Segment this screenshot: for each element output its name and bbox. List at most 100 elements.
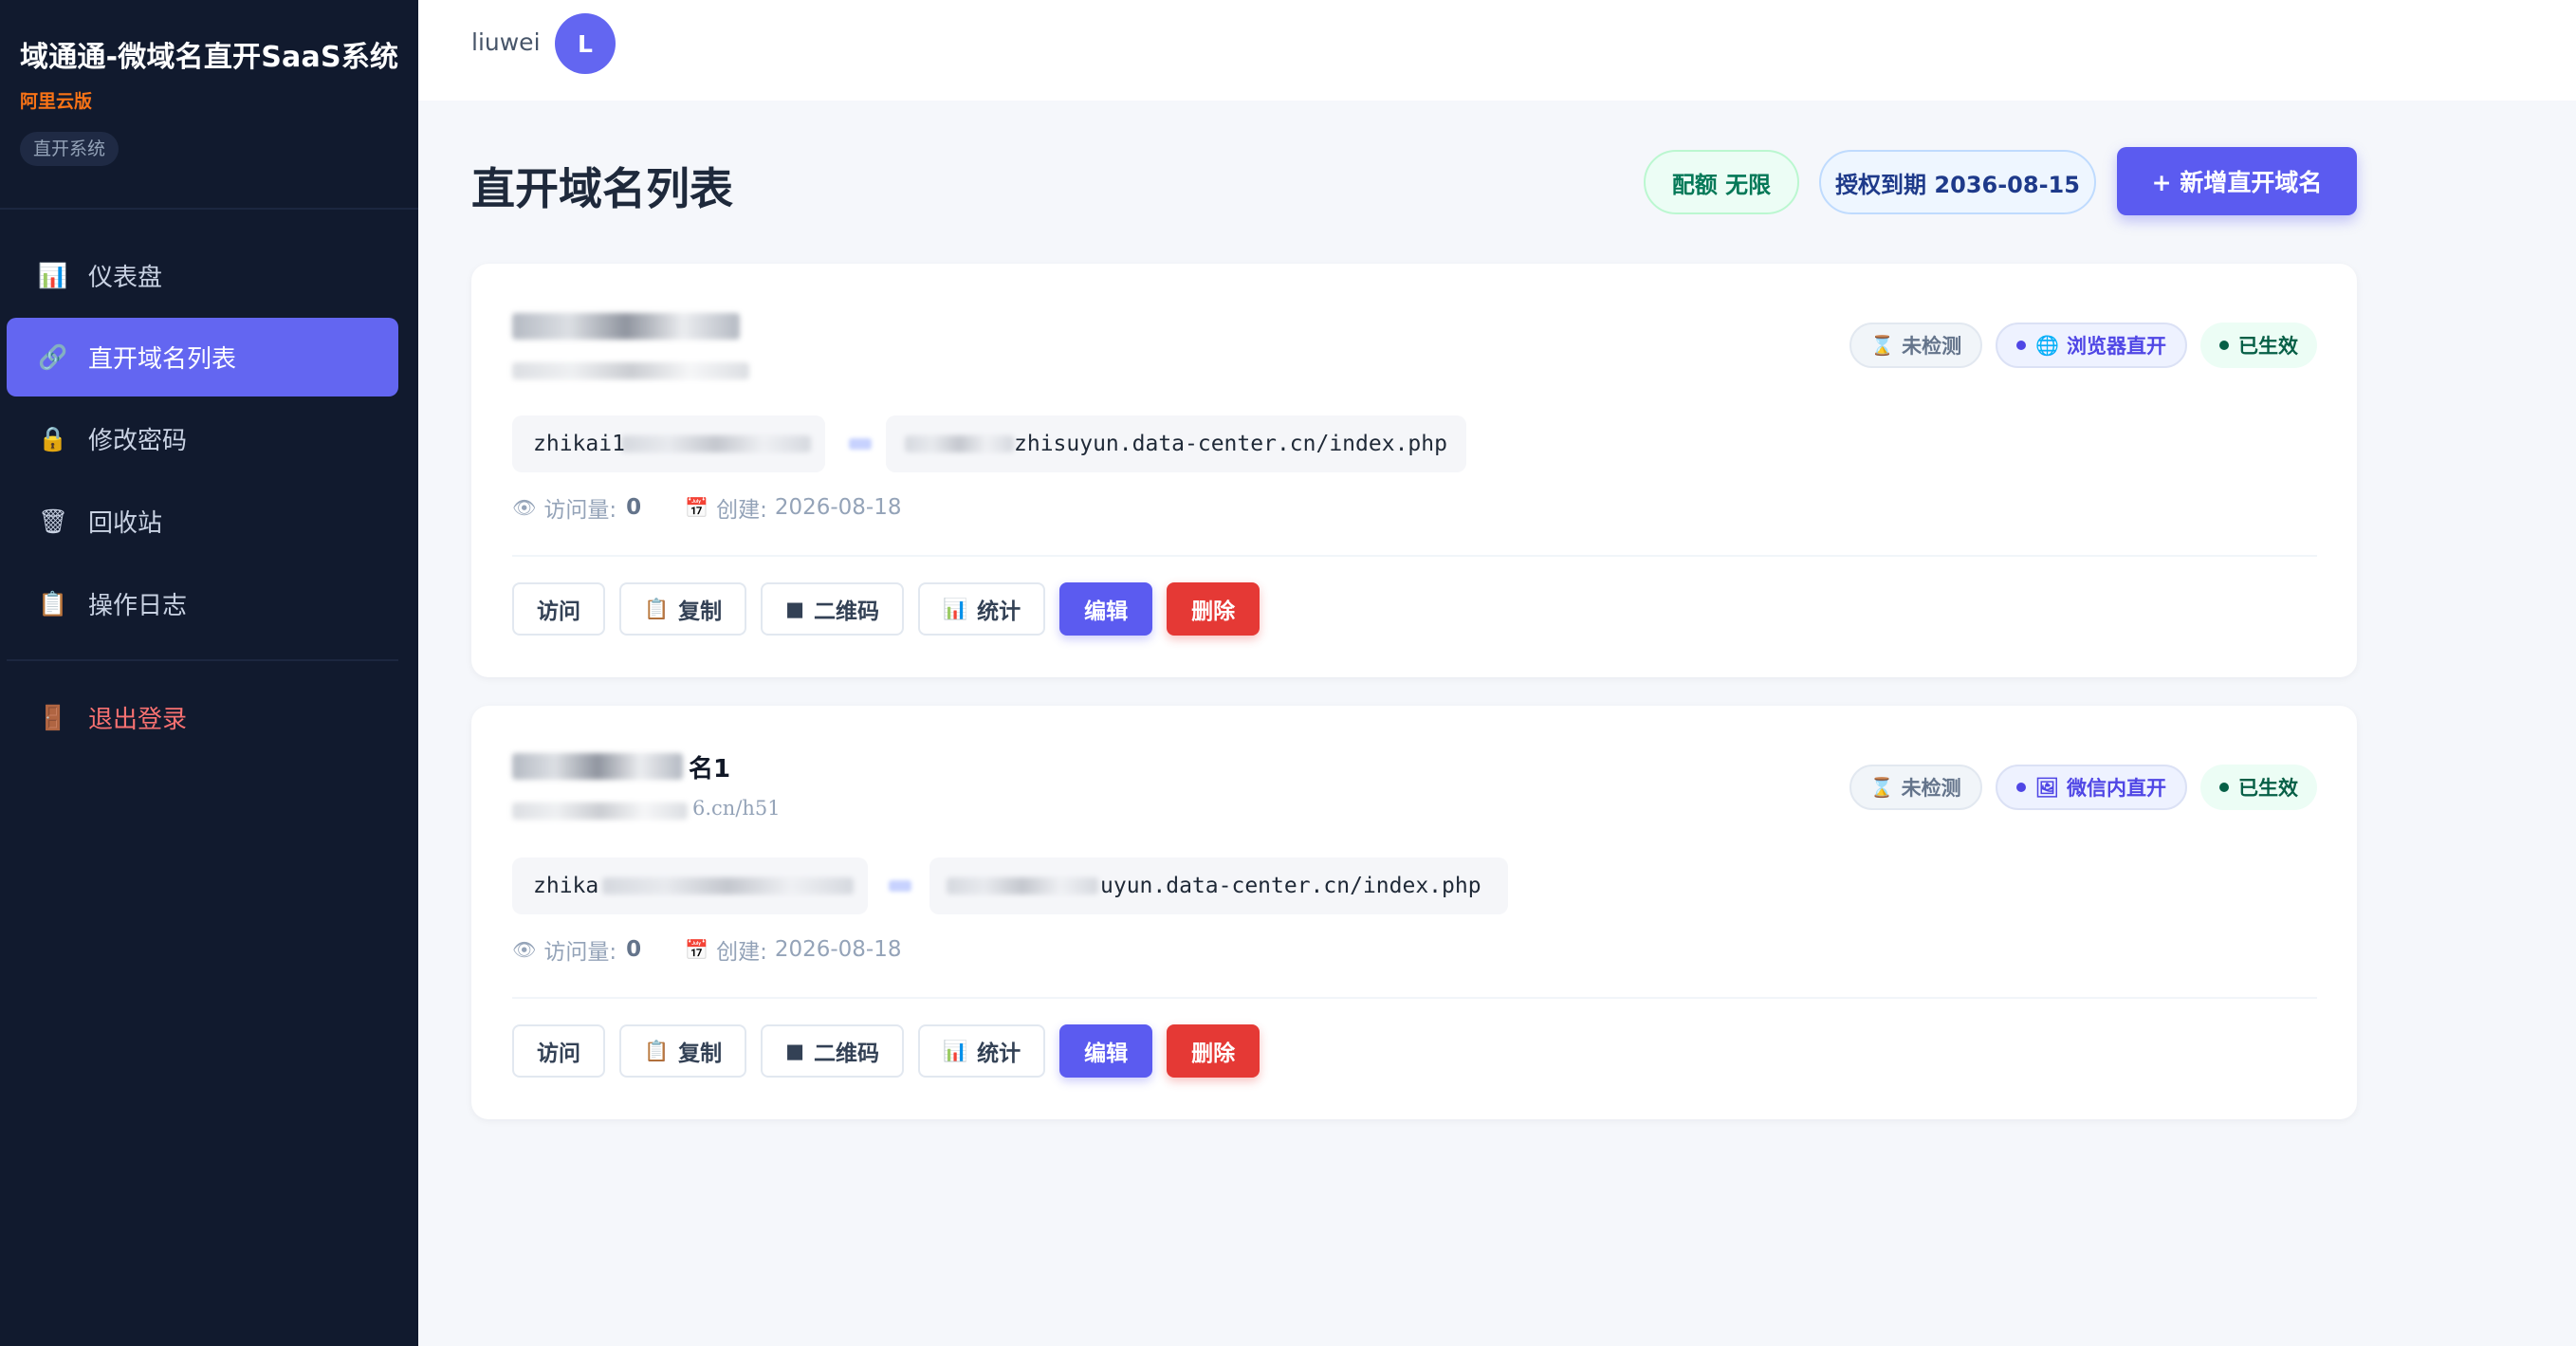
redacted-url [512,802,688,820]
page-title: 直开域名列表 [471,163,733,214]
status-badge: 已生效 [2200,323,2317,368]
open-mode-label: 微信内直开 [2067,777,2166,800]
target-url: uyun.data-center.cn/index.php [929,857,1508,914]
visits-label: 访问量: [543,498,617,523]
arrow-icon [889,880,911,892]
visit-label: 访问 [537,1042,580,1066]
visit-button[interactable]: 访问 [512,582,605,636]
stats-button[interactable]: 📊 统计 [918,1024,1046,1078]
status-dot [2219,783,2229,792]
redacted-url [512,362,749,379]
card-divider [512,997,2317,999]
username[interactable]: liuwei [471,28,541,56]
hourglass-icon: ⌛ [1869,776,1894,799]
domain-name: 名1 [689,755,731,784]
status-badge: 已生效 [2200,765,2317,810]
qrcode-label: 二维码 [814,1042,879,1066]
target-url-text: zhisuyun.data-center.cn/index.php [1014,432,1447,456]
redacted-target [947,877,1098,894]
globe-icon: 🌐 [2035,334,2059,357]
sidebar-item-domain-list[interactable]: 🔗 直开域名列表 [7,318,398,396]
open-mode-label: 浏览器直开 [2067,335,2166,358]
domain-card: 名1 6.cn/h51 ⌛ 未检测 🖼 微信内直开 已生效 zhika uyun… [471,706,2357,1119]
edit-label: 编辑 [1084,1042,1129,1066]
quota-badge: 配额 无限 [1644,150,1799,214]
stats-label: 统计 [977,1042,1021,1066]
arrow-icon [849,438,872,450]
avatar[interactable]: L [555,13,616,74]
qrcode-button[interactable]: ■ 二维码 [761,1024,904,1078]
source-domain-text: zhikai1 [533,432,625,456]
created-date: 2026-08-18 [774,495,902,520]
clipboard-icon: 📋 [644,1039,670,1062]
card-actions: 访问 📋 复制 ■ 二维码 📊 统计 编辑 删除 [512,1024,1260,1078]
link-icon: 🔗 [38,342,68,371]
chart-icon: 📊 [943,1039,968,1062]
copy-label: 复制 [678,1042,723,1066]
created-label: 创建: [716,498,767,523]
edit-button[interactable]: 编辑 [1059,1024,1153,1078]
stats-button[interactable]: 📊 统计 [918,582,1046,636]
sidebar-item-operation-log[interactable]: 📋 操作日志 [7,564,398,643]
detection-badge: ⌛ 未检测 [1849,323,1983,368]
qrcode-icon: ■ [785,1040,804,1062]
card-badges: ⌛ 未检测 🖼 微信内直开 已生效 [1849,765,2317,810]
card-badges: ⌛ 未检测 🌐 浏览器直开 已生效 [1849,323,2317,368]
open-mode-badge: 🌐 浏览器直开 [1996,323,2187,368]
visit-button[interactable]: 访问 [512,1024,605,1078]
sidebar-divider [0,208,418,210]
add-domain-button[interactable]: + 新增直开域名 [2117,147,2357,215]
delete-button[interactable]: 删除 [1167,582,1260,636]
chart-icon: 📊 [38,261,68,289]
calendar-icon: 📅 [685,496,709,519]
created-date: 2026-08-18 [774,937,902,962]
card-meta: 👁 访问量: 0 📅 创建: 2026-08-18 [512,491,901,524]
target-url: zhisuyun.data-center.cn/index.php [886,415,1466,472]
copy-button[interactable]: 📋 复制 [619,582,747,636]
detection-badge-label: 未检测 [1902,335,1962,358]
redacted-target [905,435,1014,452]
mode-dot [2016,341,2027,350]
sidebar-item-recycle-bin[interactable]: 🗑 回收站 [7,482,398,561]
source-domain-text: zhika [533,874,599,898]
status-dot [2219,341,2229,350]
detection-badge-label: 未检测 [1901,777,1961,800]
logout-button[interactable]: 🚪 退出登录 [7,678,398,757]
qrcode-button[interactable]: ■ 二维码 [761,582,904,636]
source-domain: zhika [512,857,868,914]
chart-icon: 📊 [943,597,968,620]
card-actions: 访问 📋 复制 ■ 二维码 📊 统计 编辑 删除 [512,582,1260,636]
topbar: liuwei L [418,0,2576,101]
sidebar-item-label: 操作日志 [88,592,188,620]
visits-count: 0 [626,495,642,520]
stats-label: 统计 [977,599,1021,624]
door-icon: 🚪 [38,703,68,731]
sidebar-item-change-password[interactable]: 🔒 修改密码 [7,399,398,478]
calendar-icon: 📅 [685,938,709,961]
target-url-text: uyun.data-center.cn/index.php [1100,874,1481,898]
hourglass-icon: ⌛ [1870,334,1895,357]
detection-badge: ⌛ 未检测 [1849,765,1982,810]
redacted-name [512,313,740,340]
copy-button[interactable]: 📋 复制 [619,1024,747,1078]
clipboard-icon: 📋 [644,597,670,620]
visits-count: 0 [626,937,642,962]
status-label: 已生效 [2238,335,2298,358]
picture-icon: 🖼 [2034,776,2059,799]
redacted-source [602,877,854,894]
delete-button[interactable]: 删除 [1167,1024,1260,1078]
qrcode-icon: ■ [785,598,804,620]
redacted-source [621,435,811,452]
delete-label: 删除 [1191,1042,1236,1066]
sidebar-item-dashboard[interactable]: 📊 仪表盘 [7,236,398,315]
copy-label: 复制 [678,599,723,624]
sidebar-item-label: 仪表盘 [88,264,163,292]
brand-edition: 阿里云版 [20,91,93,112]
license-expiry-badge: 授权到期 2036-08-15 [1819,150,2096,214]
edit-button[interactable]: 编辑 [1059,582,1153,636]
sidebar: 域通通-微域名直开SaaS系统 阿里云版 直开系统 📊 仪表盘 🔗 直开域名列表… [0,0,418,1346]
created-label: 创建: [716,940,767,965]
delete-label: 删除 [1191,599,1236,624]
source-domain: zhikai1 [512,415,825,472]
brand-title: 域通通-微域名直开SaaS系统 [20,41,399,74]
